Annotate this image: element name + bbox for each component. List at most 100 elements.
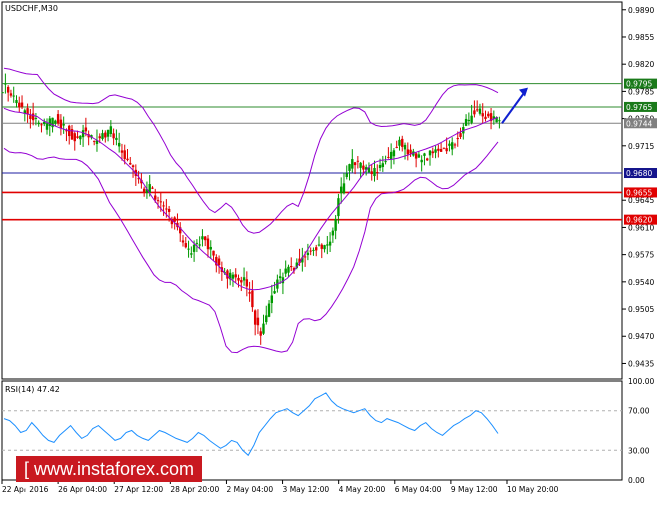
candle-body — [475, 109, 479, 111]
price-tick-label: 0.9435 — [628, 359, 654, 368]
candle-body — [40, 124, 43, 126]
candle-body — [120, 150, 124, 153]
candle-body — [156, 200, 160, 202]
candle-body — [323, 245, 326, 250]
candle-body — [204, 236, 207, 241]
watermark-logo: [ www.instaforex.com ] — [16, 456, 202, 505]
candle-body — [328, 241, 332, 246]
candle-body — [84, 127, 88, 132]
candle-body — [326, 244, 329, 246]
chart-svg: USDCHF,M300.98900.98550.98200.97850.9750… — [1, 1, 657, 494]
candle-body — [9, 93, 13, 96]
candle-body — [362, 165, 365, 170]
candle-body — [351, 159, 354, 169]
candle-body — [398, 139, 401, 146]
candle-body — [442, 147, 446, 149]
candle-body — [181, 240, 185, 243]
level-tag-label: 0.9680 — [626, 169, 652, 178]
level-tag-label: 0.9765 — [626, 103, 652, 112]
candle-body — [267, 303, 271, 317]
candle-body — [437, 148, 440, 151]
candle-body — [126, 158, 129, 161]
candle-body — [92, 140, 96, 142]
candle-body — [206, 238, 210, 250]
price-tick-label: 0.9785 — [628, 87, 654, 96]
candle-body — [389, 151, 393, 160]
time-label: 9 May 12:00 — [451, 485, 498, 494]
candle-body — [237, 277, 240, 281]
rsi-tick-label: 30.00 — [628, 446, 650, 455]
candle-body — [439, 148, 443, 152]
price-tick-label: 0.9890 — [628, 6, 654, 15]
candle-body — [184, 243, 187, 248]
candle-body — [401, 138, 404, 147]
candle-body — [29, 115, 32, 120]
candle-body — [12, 95, 15, 97]
candle-body — [209, 246, 212, 250]
candle-body — [451, 142, 454, 150]
candle-body — [195, 242, 199, 244]
candle-body — [467, 119, 471, 122]
candle-body — [48, 118, 51, 127]
candle-body — [484, 116, 487, 120]
price-tick-label: 0.9505 — [628, 305, 654, 314]
time-label: 26 Apr 04:00 — [58, 485, 107, 494]
chart-root: USDCHF,M300.98900.98550.98200.97850.9750… — [0, 0, 664, 498]
candle-body — [79, 135, 82, 140]
price-tick-label: 0.9610 — [628, 223, 654, 232]
price-panel — [1, 1, 623, 380]
candle-body — [15, 100, 18, 104]
candle-body — [262, 323, 265, 334]
candle-body — [165, 208, 168, 210]
candle-body — [331, 230, 335, 236]
candle-body — [192, 244, 196, 252]
candle-body — [109, 126, 113, 134]
candle-body — [356, 160, 360, 162]
candle-body — [76, 136, 79, 138]
candle-body — [151, 187, 154, 189]
candle-body — [339, 186, 343, 194]
candle-body — [212, 250, 215, 256]
candle-body — [373, 168, 376, 177]
candle-body — [198, 244, 201, 246]
candle-body — [1, 92, 4, 94]
level-tag-label: 0.9620 — [626, 216, 652, 225]
candle-body — [162, 205, 165, 207]
candle-body — [426, 158, 429, 161]
candle-body — [312, 249, 315, 251]
candle-body — [423, 153, 426, 156]
candle-body — [62, 124, 65, 126]
candle-body — [434, 149, 437, 153]
price-tick-label: 0.9470 — [628, 332, 654, 341]
candle-body — [34, 117, 38, 119]
candle-body — [409, 149, 412, 154]
candle-body — [31, 113, 35, 121]
chart-title: USDCHF,M30 — [5, 4, 58, 13]
price-tick-label: 0.9575 — [628, 251, 654, 260]
candle-body — [387, 156, 390, 158]
candle-body — [117, 142, 121, 147]
candle-body — [487, 113, 490, 117]
candle-body — [256, 317, 260, 326]
candle-body — [20, 102, 24, 107]
candle-body — [370, 171, 373, 175]
candle-body — [115, 137, 118, 140]
candle-body — [59, 119, 63, 129]
candle-body — [481, 113, 484, 117]
time-label: 4 May 20:00 — [339, 485, 386, 494]
candle-body — [248, 292, 251, 294]
candle-body — [265, 315, 268, 323]
candle-body — [359, 162, 362, 168]
candle-body — [445, 148, 448, 152]
candle-body — [317, 244, 321, 246]
candle-body — [54, 120, 57, 124]
candle-body — [154, 195, 157, 200]
candle-body — [18, 102, 21, 108]
candle-body — [131, 165, 135, 168]
price-tick-label: 0.9645 — [628, 196, 654, 205]
candle-body — [4, 83, 7, 85]
candle-body — [142, 188, 146, 192]
candle-body — [240, 280, 243, 283]
candle-body — [384, 161, 387, 163]
candle-body — [43, 121, 46, 125]
